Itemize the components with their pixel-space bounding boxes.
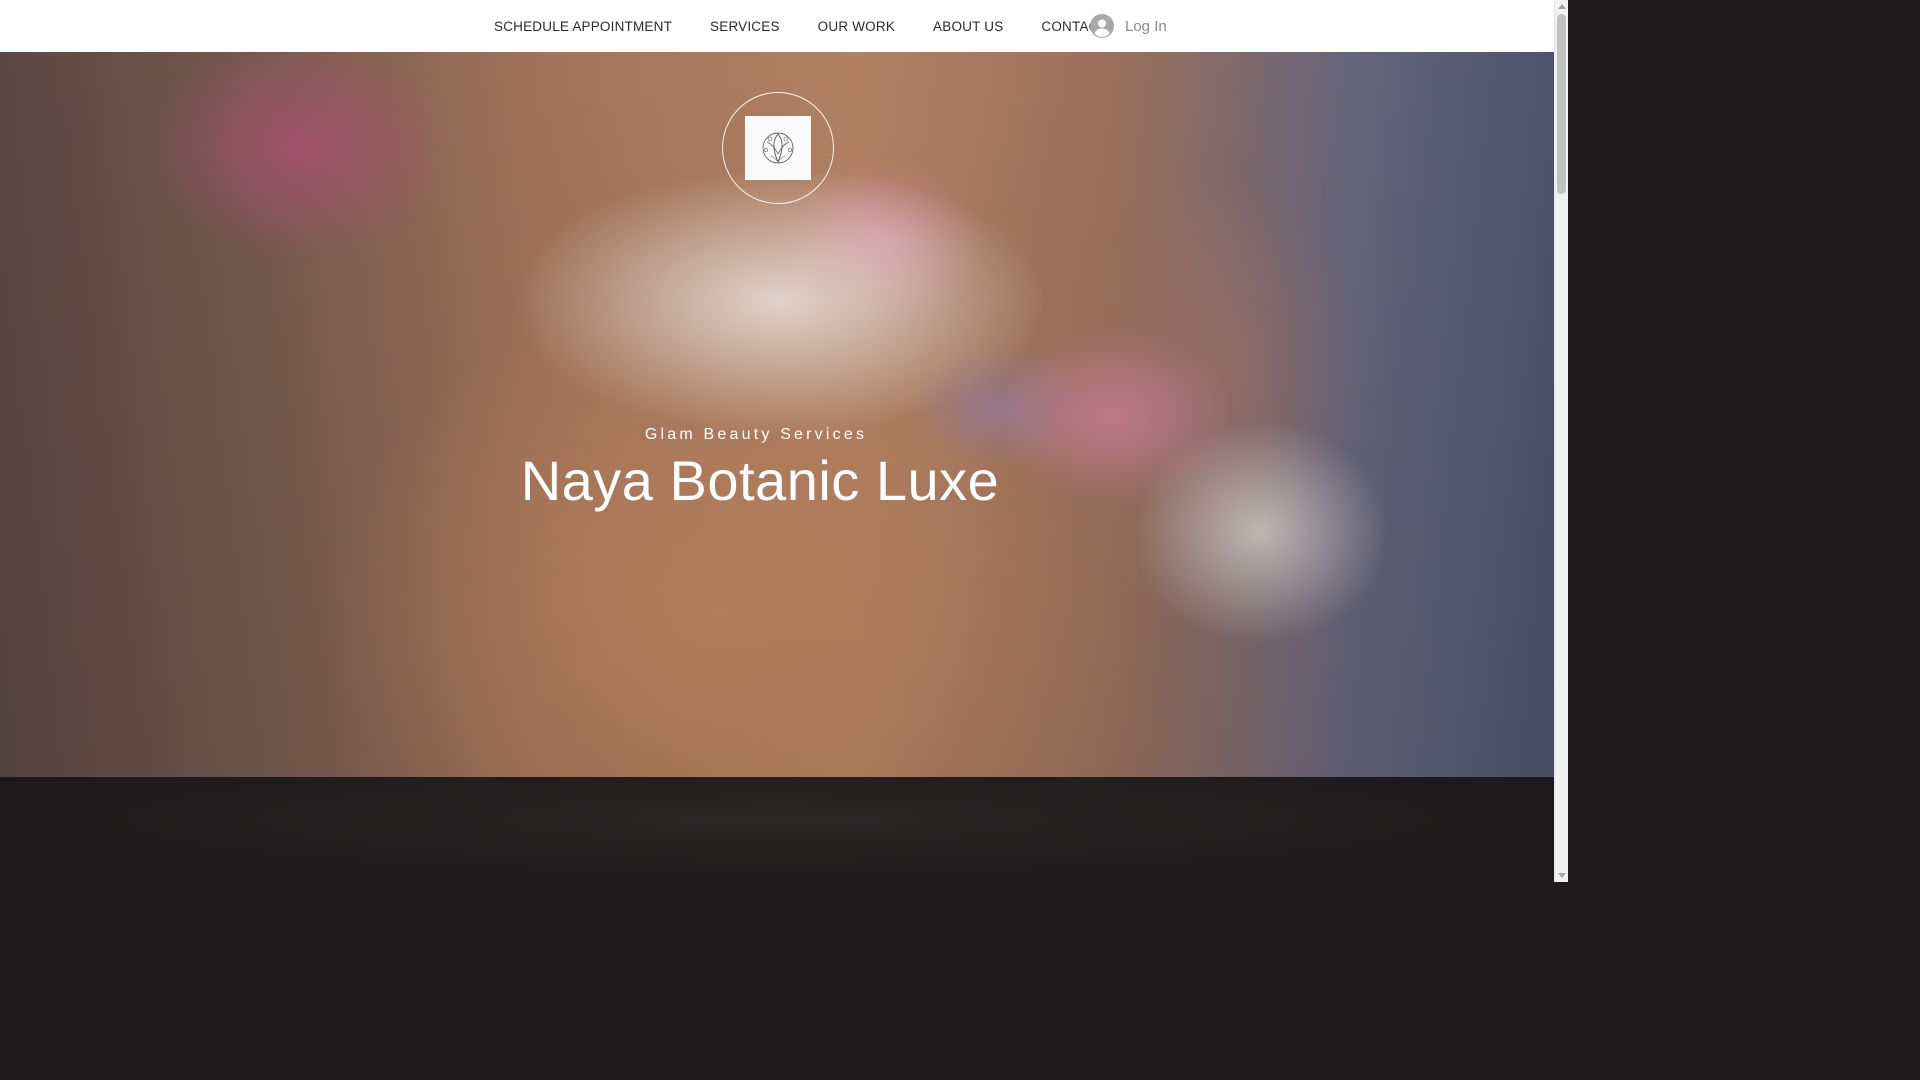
site-header: SCHEDULE APPOINTMENT SERVICES OUR WORK A…	[0, 0, 1555, 52]
scroll-thumb[interactable]	[1557, 14, 1566, 194]
hero-section: Glam Beauty Services Naya Botanic Luxe	[0, 52, 1555, 777]
site-logo[interactable]	[745, 116, 811, 180]
hero-title: Naya Botanic Luxe	[520, 449, 1000, 512]
scroll-up-icon[interactable]	[1558, 4, 1566, 9]
page-scrollbar[interactable]	[1554, 0, 1568, 882]
nav-our-work[interactable]: OUR WORK	[818, 19, 895, 34]
hero-tagline: Glam Beauty Services	[644, 426, 868, 443]
dark-section	[0, 777, 1555, 882]
main-nav: SCHEDULE APPOINTMENT SERVICES OUR WORK A…	[494, 0, 1145, 52]
botanical-logo-icon	[762, 132, 794, 164]
user-avatar-icon	[1090, 14, 1114, 38]
nav-schedule-appointment[interactable]: SCHEDULE APPOINTMENT	[494, 19, 672, 34]
login-button[interactable]: Log In	[1090, 13, 1167, 39]
nav-about-us[interactable]: ABOUT US	[933, 19, 1003, 34]
nav-services[interactable]: SERVICES	[710, 19, 780, 34]
scroll-down-icon[interactable]	[1558, 873, 1566, 878]
login-label: Log In	[1125, 17, 1167, 35]
